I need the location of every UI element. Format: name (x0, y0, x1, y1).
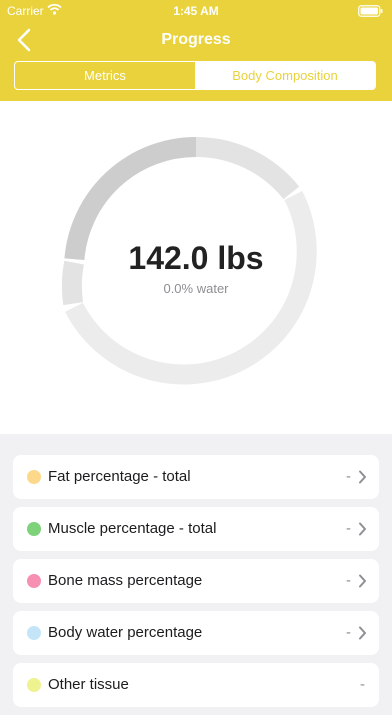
item-value: - (346, 520, 351, 537)
item-label: Fat percentage - total (48, 468, 191, 485)
item-value: - (346, 572, 351, 589)
water-color-dot (27, 626, 41, 640)
tab-body-composition[interactable]: Body Composition (195, 62, 375, 89)
item-value: - (360, 676, 365, 693)
chevron-right-icon (359, 574, 366, 588)
chevron-right-icon (359, 470, 366, 484)
item-value: - (346, 468, 351, 485)
fat-color-dot (27, 470, 41, 484)
chevron-right-icon (359, 522, 366, 536)
back-button[interactable] (12, 26, 38, 54)
header: Carrier 1:45 AM Progress Metrics Body Co… (0, 0, 392, 101)
segmented-control: Metrics Body Composition (14, 61, 376, 90)
list-item-muscle-percentage[interactable]: Muscle percentage - total - (13, 507, 379, 551)
item-label: Other tissue (48, 676, 129, 693)
item-label: Body water percentage (48, 624, 203, 641)
other-tissue-color-dot (27, 678, 41, 692)
battery-icon (358, 5, 383, 17)
tab-metrics[interactable]: Metrics (15, 62, 195, 89)
composition-chart-panel: 142.0 lbs 0.0% water (0, 101, 392, 434)
total-weight: 142.0 lbs (128, 240, 264, 276)
list-item-bone-mass[interactable]: Bone mass percentage - (13, 559, 379, 603)
item-label: Muscle percentage - total (48, 520, 217, 537)
bone-color-dot (27, 574, 41, 588)
muscle-color-dot (27, 522, 41, 536)
chevron-left-icon (17, 28, 31, 52)
page-title: Progress (161, 31, 231, 48)
list-item-body-water[interactable]: Body water percentage - (13, 611, 379, 655)
chevron-right-icon (359, 626, 366, 640)
item-label: Bone mass percentage (48, 572, 203, 589)
list-item-other-tissue: Other tissue - (13, 663, 379, 707)
status-bar: Carrier 1:45 AM (0, 0, 392, 22)
water-percentage: 0.0% water (163, 281, 229, 296)
ring-segment-a (195, 137, 300, 200)
nav-bar: Progress (0, 22, 392, 58)
composition-list: Fat percentage - total - Muscle percenta… (13, 455, 379, 715)
list-item-fat-percentage[interactable]: Fat percentage - total - (13, 455, 379, 499)
status-time: 1:45 AM (173, 4, 219, 18)
item-value: - (346, 624, 351, 641)
